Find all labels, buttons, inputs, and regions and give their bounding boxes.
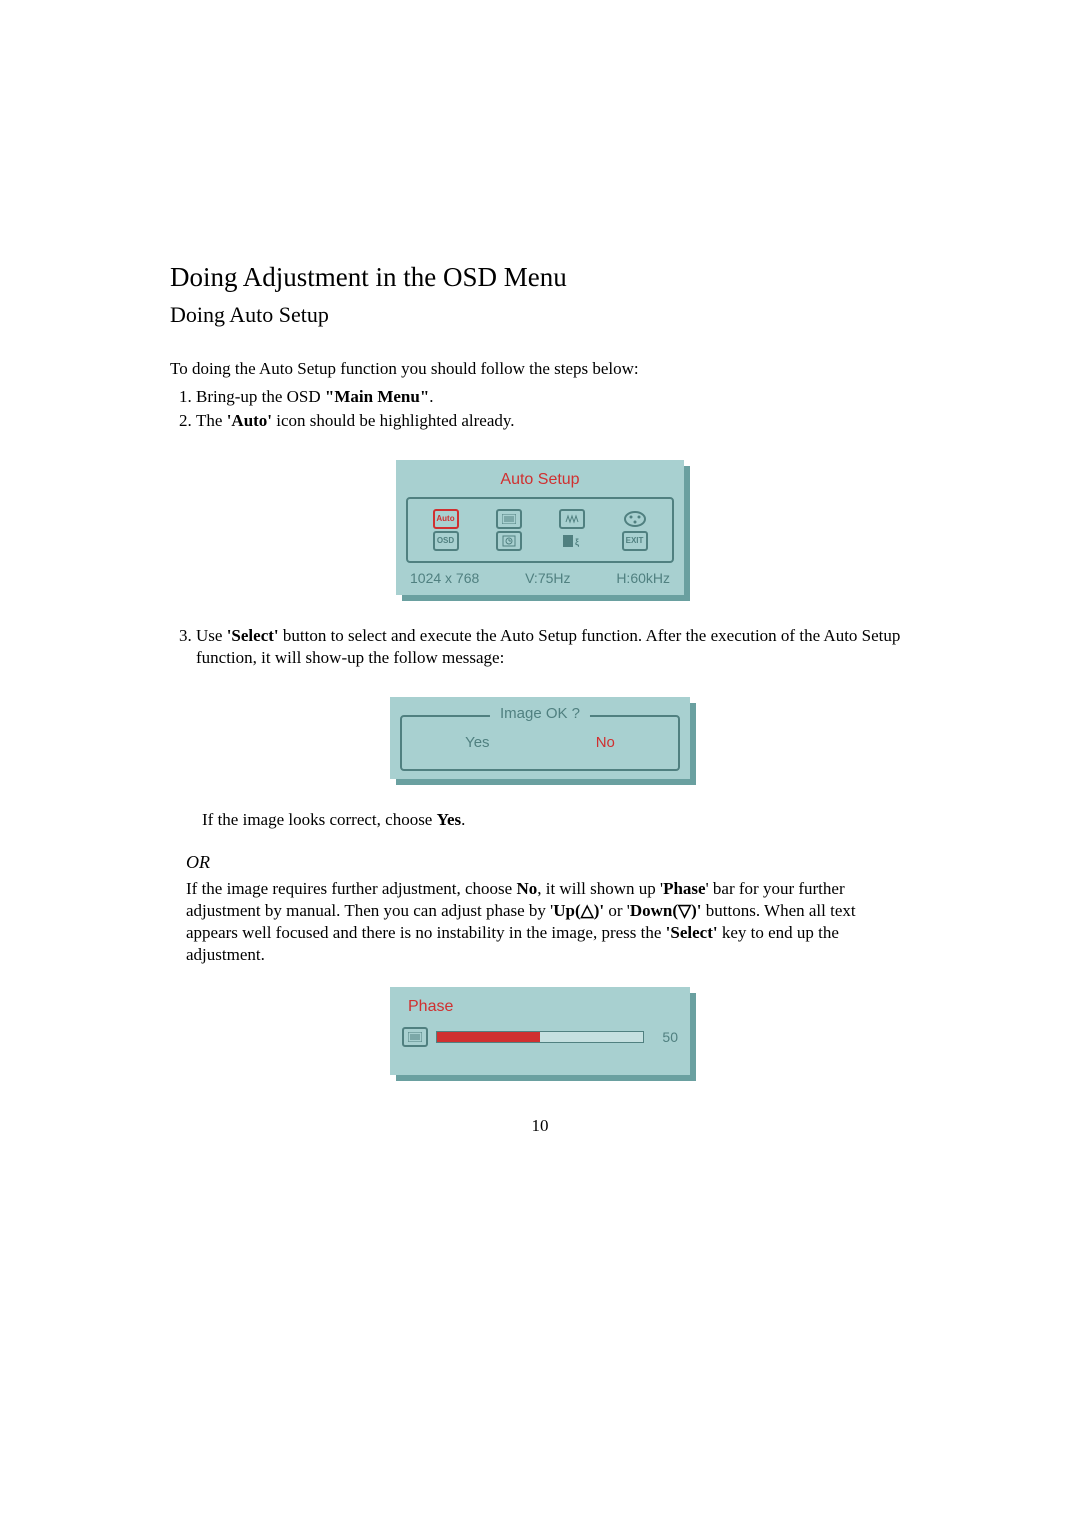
page-number: 10 (170, 1115, 910, 1137)
steps-list: Bring-up the OSD "Main Menu". The 'Auto'… (170, 386, 910, 432)
wave-icon (559, 509, 585, 529)
phase-fill (437, 1032, 540, 1042)
step-1-main-menu: "Main Menu" (325, 387, 429, 406)
after3-a: If the image looks correct, choose (202, 810, 437, 829)
imageok-box: Image OK ? Yes No (400, 715, 680, 771)
osd-hfreq: H:60kHz (616, 569, 670, 587)
language-icon: ξ (559, 531, 585, 551)
after-step3-text: If the image looks correct, choose Yes. (202, 809, 910, 831)
osd-status-bar: 1024 x 768 V:75Hz H:60kHz (406, 569, 674, 587)
no-bold: No (516, 879, 537, 898)
step-2-auto: 'Auto' (227, 411, 272, 430)
color-icon (622, 509, 648, 529)
step-3-select: 'Select' (227, 626, 279, 645)
step-3-a: Use (196, 626, 227, 645)
osd-title: Auto Setup (406, 470, 674, 491)
step-2-a: The (196, 411, 227, 430)
imageok-no: No (596, 733, 615, 753)
or-label: OR (186, 851, 910, 874)
osd-panel-phase: Phase 50 (390, 987, 690, 1076)
step-1-a: Bring-up the OSD (196, 387, 325, 406)
imageok-yes: Yes (465, 733, 489, 753)
phase-slider (436, 1031, 644, 1043)
step-3: Use 'Select' button to select and execut… (196, 625, 910, 669)
phase-bold: Phase (663, 879, 706, 898)
imageok-row: Yes No (412, 733, 668, 753)
menu-icon (496, 509, 522, 529)
step-1: Bring-up the OSD "Main Menu". (196, 386, 910, 408)
down-bold: Down(▽)' (630, 901, 702, 920)
exit-icon: EXIT (622, 531, 648, 551)
phase-title: Phase (400, 997, 680, 1018)
osd-imageok-figure: Image OK ? Yes No (170, 697, 910, 779)
after3-c: . (461, 810, 465, 829)
imageok-label: Image OK ? (490, 704, 590, 724)
osd-panel-main: Auto Setup Auto OSD (396, 460, 684, 595)
phase-value: 50 (652, 1028, 678, 1046)
triangle-up-icon: △ (581, 901, 594, 920)
step-2-c: icon should be highlighted already. (272, 411, 515, 430)
steps-list-cont: Use 'Select' button to select and execut… (170, 625, 910, 669)
triangle-down-icon: ▽ (678, 901, 691, 920)
clock-icon (496, 531, 522, 551)
osd-auto-setup-figure: Auto Setup Auto OSD (170, 460, 910, 595)
osd-icon: OSD (433, 531, 459, 551)
phase-row: 50 (400, 1023, 680, 1051)
phase-menu-icon (402, 1027, 428, 1047)
step-1-c: . (429, 387, 433, 406)
heading-2: Doing Auto Setup (170, 301, 910, 330)
auto-icon: Auto (433, 509, 459, 529)
svg-text:ξ: ξ (575, 537, 579, 547)
osd-icon-row-1: Auto (414, 509, 666, 529)
osd-panel-imageok: Image OK ? Yes No (390, 697, 690, 779)
osd-phase-figure: Phase 50 (170, 987, 910, 1076)
osd-vfreq: V:75Hz (525, 569, 570, 587)
up-bold: Up(△)' (553, 901, 604, 920)
step-3-c: button to select and execute the Auto Se… (196, 626, 900, 667)
osd-icon-frame: Auto OSD (406, 497, 674, 563)
step-2: The 'Auto' icon should be highlighted al… (196, 410, 910, 432)
heading-1: Doing Adjustment in the OSD Menu (170, 260, 910, 295)
after3-yes: Yes (437, 810, 462, 829)
osd-icon-row-2: OSD ξ EXIT (414, 531, 666, 551)
intro-text: To doing the Auto Setup function you sho… (170, 358, 910, 380)
select-bold: 'Select' (666, 923, 718, 942)
osd-resolution: 1024 x 768 (410, 569, 479, 587)
after-or-text: If the image requires further adjustment… (186, 878, 910, 966)
